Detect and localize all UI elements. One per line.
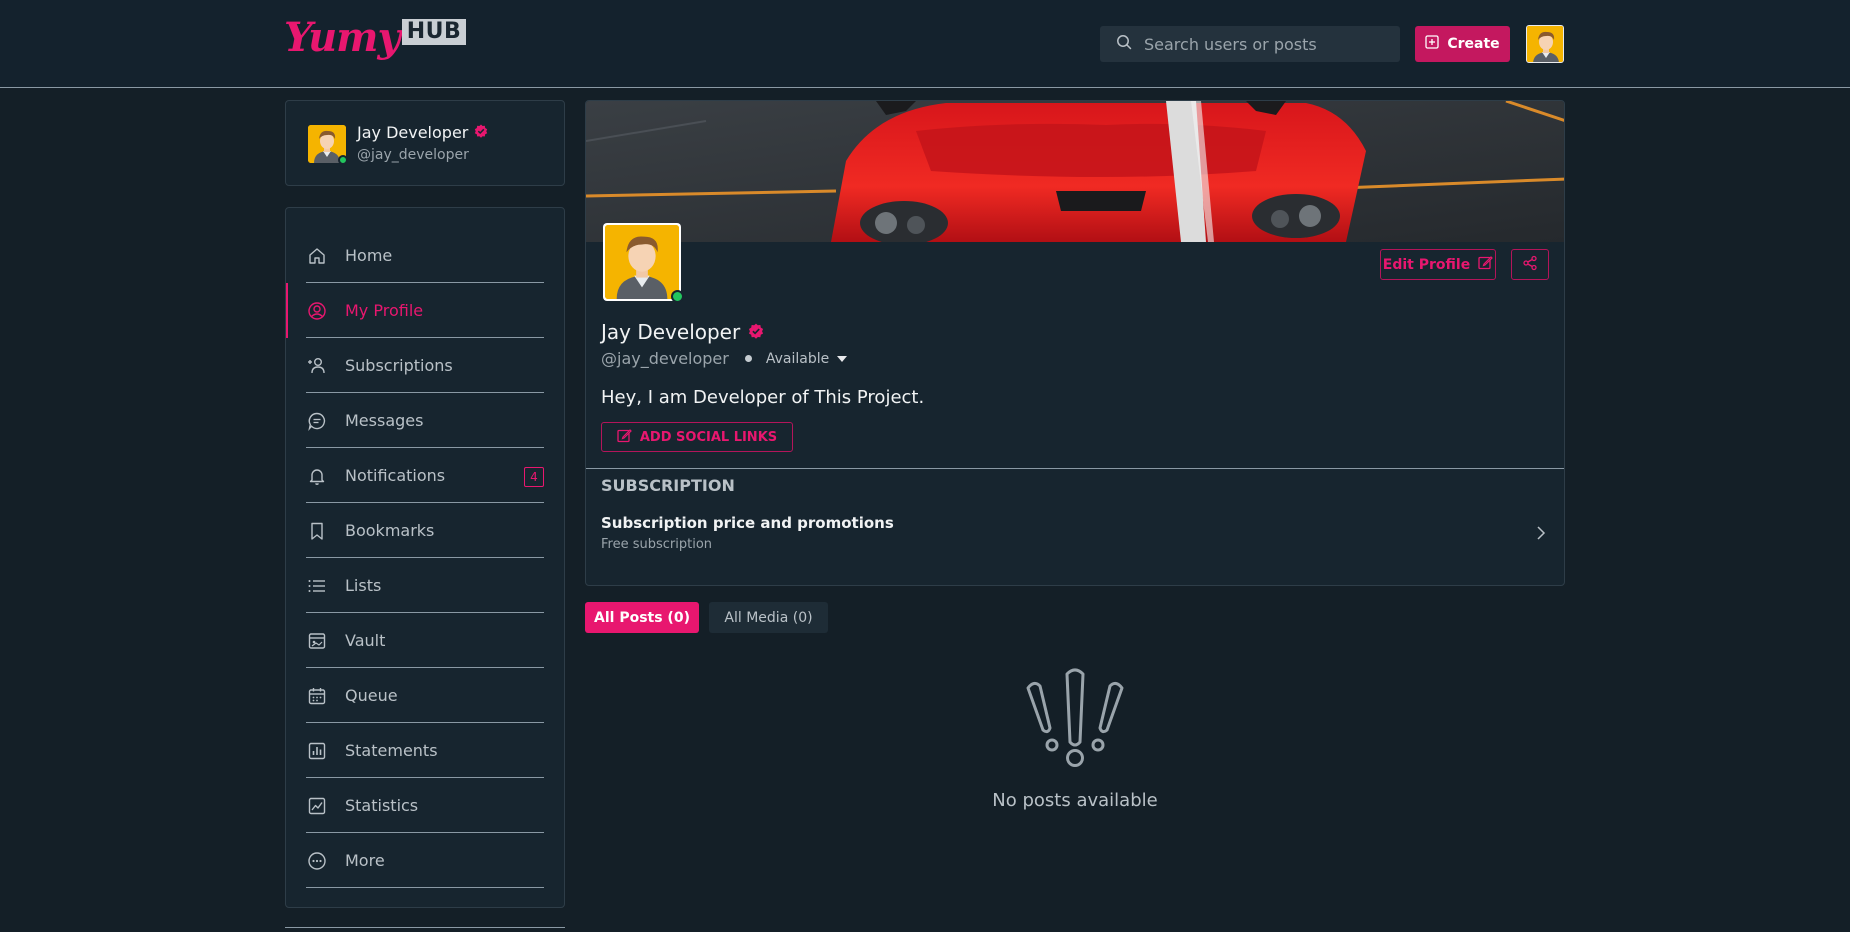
sidebar-item-label: Lists	[345, 576, 382, 595]
section-divider	[586, 468, 1564, 469]
subscription-title: Subscription price and promotions	[601, 514, 894, 532]
user-avatar[interactable]	[308, 125, 348, 165]
chevron-right-icon	[1536, 525, 1546, 545]
logo-text: Yumy	[284, 14, 401, 61]
sidebar-item-notifications[interactable]: Notifications 4	[286, 448, 564, 503]
user-name-text: Jay Developer	[357, 123, 469, 142]
sidebar-item-label: Statistics	[345, 796, 419, 815]
profile-name: Jay Developer	[601, 320, 764, 344]
subscription-desc: Free subscription	[601, 537, 713, 552]
sidebar-item-label: Messages	[345, 411, 424, 430]
tab-all-posts[interactable]: All Posts (0)	[585, 602, 699, 633]
status-dot	[744, 355, 752, 362]
cover-image	[586, 101, 1564, 242]
profile-bio: Hey, I am Developer of This Project.	[601, 387, 925, 408]
create-button[interactable]: Create	[1415, 26, 1510, 62]
status-dropdown[interactable]: Available	[765, 350, 848, 367]
verified-icon	[474, 123, 488, 142]
status-label: Available	[765, 350, 830, 367]
search-icon	[1116, 34, 1132, 54]
sidebar-item-queue[interactable]: Queue	[286, 668, 564, 723]
user-circle-icon	[306, 300, 328, 322]
alert-exclamation-icon	[1024, 666, 1126, 774]
chevron-down-icon	[837, 355, 848, 362]
avatar-illustration	[605, 225, 679, 299]
user-card[interactable]: Jay Developer @jay_developer	[285, 100, 565, 186]
header-avatar[interactable]	[1526, 25, 1564, 63]
share-icon	[1522, 255, 1538, 275]
notifications-count-badge: 4	[524, 467, 544, 487]
sidebar-item-label: Statements	[345, 741, 438, 760]
profile-avatar[interactable]	[603, 223, 684, 303]
sidebar-item-label: My Profile	[345, 301, 424, 320]
sidebar-item-label: Queue	[345, 686, 398, 705]
sidebar-item-lists[interactable]: Lists	[286, 558, 564, 613]
bell-icon	[306, 465, 328, 487]
search-box[interactable]	[1100, 26, 1400, 62]
user-plus-icon	[306, 355, 328, 377]
sidebar-item-my-profile[interactable]: My Profile	[286, 283, 564, 338]
profile-subline: @jay_developer Available	[601, 349, 848, 368]
share-button[interactable]	[1511, 249, 1549, 280]
sidebar-item-label: Vault	[345, 631, 386, 650]
user-handle: @jay_developer	[357, 147, 469, 163]
edit-icon	[617, 428, 632, 447]
create-label: Create	[1447, 36, 1500, 52]
message-icon	[306, 410, 328, 432]
bar-chart-icon	[306, 740, 328, 762]
user-name: Jay Developer	[357, 123, 488, 142]
search-input[interactable]	[1144, 34, 1384, 54]
edit-icon	[1478, 255, 1494, 274]
sidebar-item-statistics[interactable]: Statistics	[286, 778, 564, 833]
sidebar-item-statements[interactable]: Statements	[286, 723, 564, 778]
edit-profile-button[interactable]: Edit Profile	[1380, 249, 1496, 280]
sidebar-item-bookmarks[interactable]: Bookmarks	[286, 503, 564, 558]
line-chart-icon	[306, 795, 328, 817]
sidebar-item-home[interactable]: Home	[286, 228, 564, 283]
sidebar-item-messages[interactable]: Messages	[286, 393, 564, 448]
verified-icon	[748, 320, 764, 344]
sidebar-item-vault[interactable]: Vault	[286, 613, 564, 668]
vault-icon	[306, 630, 328, 652]
profile-card: Edit Profile Jay Developer @jay_develope…	[585, 100, 1565, 586]
sidebar-item-label: Notifications	[345, 466, 446, 485]
online-indicator	[671, 290, 684, 303]
edit-profile-label: Edit Profile	[1382, 256, 1471, 273]
sidebar-nav: Home My Profile Subscriptions Messages N…	[285, 207, 565, 908]
home-icon	[306, 245, 328, 267]
plus-square-icon	[1425, 35, 1439, 53]
sidebar-item-subscriptions[interactable]: Subscriptions	[286, 338, 564, 393]
profile-handle: @jay_developer	[601, 349, 729, 368]
calendar-icon	[306, 685, 328, 707]
tab-all-media[interactable]: All Media (0)	[709, 602, 828, 633]
sidebar-item-label: Subscriptions	[345, 356, 453, 375]
avatar-illustration	[1527, 26, 1563, 62]
top-bar: Yumy HUB Create	[0, 0, 1850, 88]
cover-car-illustration	[586, 101, 1564, 242]
logo-badge: HUB	[401, 19, 467, 45]
sidebar-item-label: More	[345, 851, 385, 870]
subscription-heading: SUBSCRIPTION	[601, 476, 735, 495]
sidebar-item-more[interactable]: More	[286, 833, 564, 888]
add-social-links-label: ADD SOCIAL LINKS	[639, 429, 778, 445]
profile-name-text: Jay Developer	[601, 320, 741, 344]
sidebar-bottom-divider	[285, 927, 565, 928]
more-icon	[306, 850, 328, 872]
sidebar-item-label: Home	[345, 246, 393, 265]
online-indicator	[338, 155, 348, 165]
subscription-settings-row[interactable]: Subscription price and promotions Free s…	[586, 511, 1564, 557]
logo[interactable]: Yumy HUB	[284, 14, 467, 62]
list-icon	[306, 575, 328, 597]
bookmark-icon	[306, 520, 328, 542]
empty-state-text: No posts available	[992, 790, 1158, 811]
sidebar-item-label: Bookmarks	[345, 521, 435, 540]
add-social-links-button[interactable]: ADD SOCIAL LINKS	[601, 422, 793, 452]
